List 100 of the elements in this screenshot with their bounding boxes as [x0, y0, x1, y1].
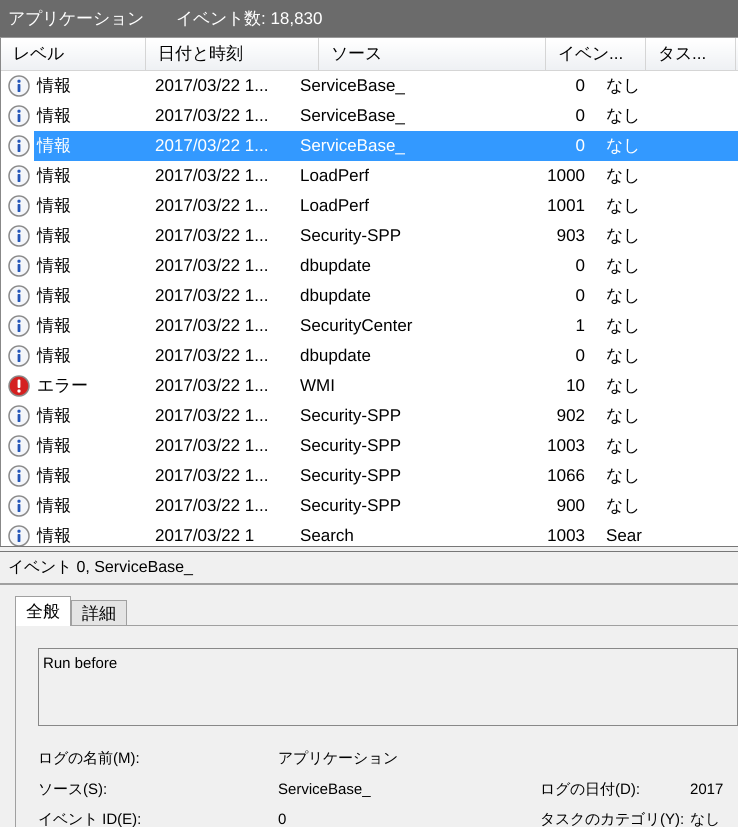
event-row[interactable]: 情報 2017/03/22 1... SecurityCenter 1 なし [34, 311, 738, 341]
event-id-cell-text: 0 [574, 75, 585, 98]
task-cell-text: なし [605, 255, 640, 278]
event-row[interactable]: 情報 2017/03/22 1... Security-SPP 1003 なし [34, 431, 738, 461]
column-header[interactable]: 日付と時刻 [146, 38, 319, 70]
event-id-cell-text: 1066 [546, 465, 585, 488]
date-cell-text: 2017/03/22 1... [154, 495, 270, 518]
source-cell-text: Security-SPP [299, 465, 402, 488]
event-row[interactable]: 情報 2017/03/22 1... ServiceBase_ 0 なし [34, 71, 738, 101]
info-icon [8, 435, 30, 457]
date-cell-text: 2017/03/22 1... [154, 315, 270, 338]
task-cell-text: なし [605, 195, 640, 218]
source-cell-text: Search [299, 525, 355, 546]
source-cell-text: WMI [299, 375, 336, 398]
source-cell-text: dbupdate [299, 345, 372, 368]
source-cell-text: Security-SPP [299, 495, 402, 518]
field-label: イベント ID(E): [38, 810, 142, 827]
info-icon [8, 225, 30, 247]
info-icon [8, 495, 30, 517]
source-cell-text: ServiceBase_ [299, 75, 406, 98]
info-icon [8, 165, 30, 187]
field-value: なし [690, 810, 721, 827]
source-cell-text: dbupdate [299, 285, 372, 308]
source-cell-text: dbupdate [299, 255, 372, 278]
event-row[interactable]: 情報 2017/03/22 1... dbupdate 0 なし [34, 341, 738, 371]
column-header[interactable]: タス... [646, 38, 736, 70]
info-icon [8, 75, 30, 97]
field-value: 2017 [690, 780, 724, 800]
date-cell-text: 2017/03/22 1... [154, 345, 270, 368]
task-cell-text: なし [605, 105, 640, 128]
task-cell-text: なし [605, 315, 640, 338]
event-id-cell-text: 0 [574, 255, 585, 278]
event-id-cell-text: 903 [556, 225, 585, 248]
date-cell-text: 2017/03/22 1... [154, 135, 270, 158]
field-value: 0 [278, 810, 288, 827]
event-row[interactable]: 情報 2017/03/22 1... dbupdate 0 なし [34, 251, 738, 281]
date-cell-text: 2017/03/22 1... [154, 75, 270, 98]
event-row[interactable]: 情報 2017/03/22 1... LoadPerf 1000 なし [34, 161, 738, 191]
date-cell-text: 2017/03/22 1... [154, 225, 270, 248]
event-row[interactable]: 情報 2017/03/22 1... Security-SPP 1066 なし [34, 461, 738, 491]
event-id-cell-text: 10 [565, 375, 585, 398]
level-text: 情報 [37, 105, 71, 128]
level-text: 情報 [37, 345, 71, 368]
source-cell-text: ServiceBase_ [299, 105, 406, 128]
task-cell-text: なし [605, 495, 640, 518]
date-cell-text: 2017/03/22 1 [154, 525, 256, 546]
column-header[interactable]: イベン... [546, 38, 646, 70]
event-row[interactable]: 情報 2017/03/22 1... ServiceBase_ 0 なし [34, 101, 738, 131]
event-id-cell-text: 0 [574, 345, 585, 368]
info-icon [8, 195, 30, 217]
event-id-cell-text: 900 [556, 495, 585, 518]
event-id-cell-text: 1003 [546, 525, 585, 546]
event-row[interactable]: 情報 2017/03/22 1... Security-SPP 902 なし [34, 401, 738, 431]
column-header[interactable]: ソース [319, 38, 546, 70]
event-id-cell-text: 1003 [546, 435, 585, 458]
info-icon [8, 135, 30, 157]
info-icon [8, 105, 30, 127]
info-icon [8, 345, 30, 367]
field-value: アプリケーション [278, 749, 399, 769]
level-text: 情報 [37, 525, 71, 546]
date-cell-text: 2017/03/22 1... [154, 405, 270, 428]
event-row[interactable]: 情報 2017/03/22 1... dbupdate 0 なし [34, 281, 738, 311]
date-cell-text: 2017/03/22 1... [154, 105, 270, 128]
level-text: 情報 [37, 255, 71, 278]
event-row[interactable]: 情報 2017/03/22 1... Security-SPP 900 なし [34, 491, 738, 521]
event-id-cell-text: 1000 [546, 165, 585, 188]
level-text: 情報 [37, 465, 71, 488]
date-cell-text: 2017/03/22 1... [154, 465, 270, 488]
task-cell-text: なし [605, 345, 640, 368]
event-id-cell-text: 1001 [546, 195, 585, 218]
event-id-cell-text: 0 [574, 105, 585, 128]
event-row[interactable]: 情報 2017/03/22 1... LoadPerf 1001 なし [34, 191, 738, 221]
date-cell-text: 2017/03/22 1... [154, 375, 270, 398]
info-icon [8, 465, 30, 487]
source-cell-text: LoadPerf [299, 195, 370, 218]
event-row[interactable]: エラー 2017/03/22 1... WMI 10 なし [34, 371, 738, 401]
level-text: 情報 [37, 165, 71, 188]
level-text: 情報 [37, 75, 71, 98]
source-cell-text: LoadPerf [299, 165, 370, 188]
date-cell-text: 2017/03/22 1... [154, 165, 270, 188]
event-row[interactable]: 情報 2017/03/22 1 Search 1003 Sear [34, 521, 738, 546]
event-count: イベント数: 18,830 [176, 8, 322, 30]
level-text: 情報 [37, 405, 71, 428]
details-title: イベント 0, ServiceBase_ [8, 558, 193, 578]
task-cell-text: なし [605, 135, 640, 158]
field-label: タスクのカテゴリ(Y): [540, 810, 686, 827]
source-cell-text: Security-SPP [299, 405, 402, 428]
date-cell-text: 2017/03/22 1... [154, 255, 270, 278]
task-cell-text: なし [605, 225, 640, 248]
source-cell-text: ServiceBase_ [299, 135, 406, 158]
field-label: ログの名前(M): [38, 749, 141, 769]
level-text: 情報 [37, 285, 71, 308]
source-cell-text: SecurityCenter [299, 315, 414, 338]
details-tab[interactable]: 詳細 [71, 600, 127, 625]
details-tab[interactable]: 全般 [15, 596, 71, 626]
column-header[interactable]: レベル [1, 38, 146, 70]
error-icon [8, 375, 30, 397]
level-text: 情報 [37, 315, 71, 338]
task-cell-text: なし [605, 465, 640, 488]
event-row[interactable]: 情報 2017/03/22 1... Security-SPP 903 なし [34, 221, 738, 251]
